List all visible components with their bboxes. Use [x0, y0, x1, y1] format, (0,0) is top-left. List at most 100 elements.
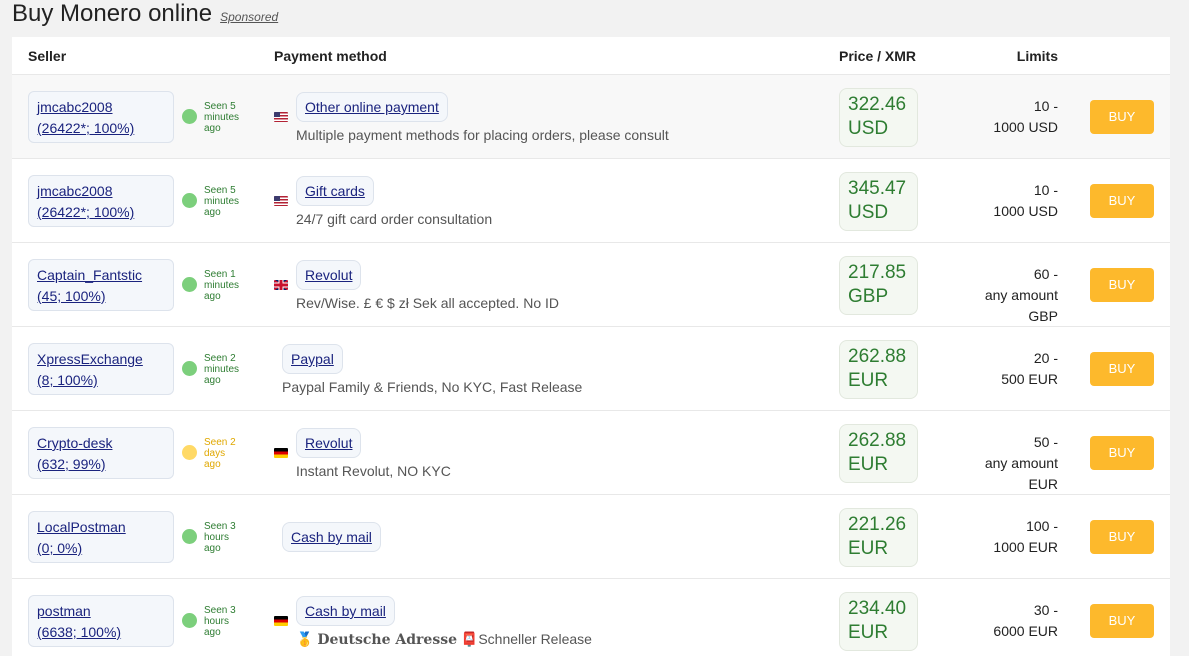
description-highlight: Deutsche Adresse	[317, 632, 457, 648]
payment-method-link[interactable]: Gift cards	[305, 183, 365, 199]
last-seen-text: Seen 5 minutes ago	[204, 101, 240, 134]
header-limits: Limits	[1016, 48, 1058, 64]
seller-stats-link[interactable]: (45; 100%)	[37, 286, 165, 307]
seller-stats-link[interactable]: (26422*; 100%)	[37, 202, 165, 223]
seller-status: Seen 2 days ago	[182, 437, 252, 470]
payment-method-badge: Paypal	[282, 344, 343, 374]
seller-link[interactable]: jmcabc2008	[37, 181, 165, 202]
price-currency: USD	[848, 118, 889, 139]
price-box: 234.40 EUR	[839, 592, 918, 651]
table-row: Captain_Fantstic (45; 100%) Seen 1 minute…	[12, 243, 1170, 327]
price-currency: GBP	[848, 286, 889, 307]
seller-stats-link[interactable]: (632; 99%)	[37, 454, 165, 475]
header-price: Price / XMR	[839, 48, 917, 64]
online-status-icon	[182, 193, 197, 208]
table-header: Seller Payment method Price / XMR Limits	[12, 37, 1170, 75]
seller-link[interactable]: Crypto-desk	[37, 433, 165, 454]
us-flag-icon	[274, 112, 288, 122]
seller-box: jmcabc2008 (26422*; 100%)	[28, 175, 174, 227]
buy-button[interactable]: BUY	[1090, 268, 1154, 302]
payment-method-badge: Revolut	[296, 260, 362, 290]
price-amount: 262.88	[848, 346, 907, 367]
payment-method-link[interactable]: Other online payment	[305, 99, 439, 115]
price-currency: EUR	[848, 622, 889, 643]
table-row: jmcabc2008 (26422*; 100%) Seen 5 minutes a…	[12, 75, 1170, 159]
seller-link[interactable]: LocalPostman	[37, 517, 165, 538]
de-flag-icon	[274, 448, 288, 458]
buy-button[interactable]: BUY	[1090, 520, 1154, 554]
offer-description: Rev/Wise. £ € $ zł Sek all accepted. No …	[296, 295, 559, 311]
price-amount: 322.46	[848, 94, 907, 115]
seller-link[interactable]: XpressExchange	[37, 349, 165, 370]
seller-status: Seen 3 hours ago	[182, 605, 252, 638]
online-status-icon	[182, 529, 197, 544]
seller-stats-link[interactable]: (8; 100%)	[37, 370, 165, 391]
last-seen-text: Seen 2 days ago	[204, 437, 236, 470]
sponsored-link[interactable]: Sponsored	[220, 10, 278, 24]
buy-button[interactable]: BUY	[1090, 184, 1154, 218]
payment-method-badge: Revolut	[296, 428, 362, 458]
last-seen-text: Seen 3 hours ago	[204, 521, 236, 554]
seller-box: Crypto-desk (632; 99%)	[28, 427, 174, 479]
payment-method-badge: Gift cards	[296, 176, 374, 206]
last-seen-text: Seen 3 hours ago	[204, 605, 236, 638]
last-seen-text: Seen 1 minutes ago	[204, 269, 240, 302]
payment-method-link[interactable]: Cash by mail	[305, 603, 386, 619]
payment-method-link[interactable]: Revolut	[305, 267, 352, 283]
seller-status: Seen 3 hours ago	[182, 521, 252, 554]
payment-method-badge: Other online payment	[296, 92, 448, 122]
price-box: 262.88 EUR	[839, 424, 918, 483]
trade-limits: 60 - any amount GBP	[984, 266, 1058, 324]
seller-box: XpressExchange (8; 100%)	[28, 343, 174, 395]
payment-method-link[interactable]: Revolut	[305, 435, 352, 451]
seller-stats-link[interactable]: (6638; 100%)	[37, 622, 165, 643]
price-box: 221.26 EUR	[839, 508, 918, 567]
seller-stats-link[interactable]: (0; 0%)	[37, 538, 165, 559]
price-box: 262.88 EUR	[839, 340, 918, 399]
payment-method-link[interactable]: Cash by mail	[291, 529, 372, 545]
seller-box: jmcabc2008 (26422*; 100%)	[28, 91, 174, 143]
last-seen-text: Seen 2 minutes ago	[204, 353, 240, 386]
offer-description: 🥇 Deutsche Adresse 📮Schneller Release	[296, 631, 592, 648]
table-row: Crypto-desk (632; 99%) Seen 2 days ago Rev…	[12, 411, 1170, 495]
price-box: 322.46 USD	[839, 88, 918, 147]
payment-method-link[interactable]: Paypal	[291, 351, 334, 367]
offer-description: Paypal Family & Friends, No KYC, Fast Re…	[282, 379, 583, 395]
seller-status: Seen 5 minutes ago	[182, 185, 252, 218]
buy-button[interactable]: BUY	[1090, 100, 1154, 134]
seller-link[interactable]: Captain_Fantstic	[37, 265, 165, 286]
us-flag-icon	[274, 196, 288, 206]
seller-stats-link[interactable]: (26422*; 100%)	[37, 118, 165, 139]
price-box: 217.85 GBP	[839, 256, 918, 315]
price-currency: EUR	[848, 538, 889, 559]
offer-description: Instant Revolut, NO KYC	[296, 463, 451, 479]
price-currency: EUR	[848, 370, 889, 391]
seller-status: Seen 1 minutes ago	[182, 269, 252, 302]
price-amount: 262.88	[848, 430, 907, 451]
price-box: 345.47 USD	[839, 172, 918, 231]
gb-flag-icon	[274, 280, 288, 290]
away-status-icon	[182, 445, 197, 460]
table-row: postman (6638; 100%) Seen 3 hours ago Cash…	[12, 579, 1170, 656]
price-amount: 345.47	[848, 178, 907, 199]
seller-status: Seen 5 minutes ago	[182, 101, 252, 134]
table-row: jmcabc2008 (26422*; 100%) Seen 5 minutes a…	[12, 159, 1170, 243]
seller-link[interactable]: jmcabc2008	[37, 97, 165, 118]
last-seen-text: Seen 5 minutes ago	[204, 185, 240, 218]
buy-button[interactable]: BUY	[1090, 352, 1154, 386]
seller-status: Seen 2 minutes ago	[182, 353, 252, 386]
online-status-icon	[182, 109, 197, 124]
de-flag-icon	[274, 616, 288, 626]
seller-link[interactable]: postman	[37, 601, 165, 622]
buy-button[interactable]: BUY	[1090, 436, 1154, 470]
price-amount: 221.26	[848, 514, 907, 535]
seller-box: LocalPostman (0; 0%)	[28, 511, 174, 563]
seller-box: postman (6638; 100%)	[28, 595, 174, 647]
price-amount: 217.85	[848, 262, 907, 283]
header-seller: Seller	[28, 48, 67, 64]
table-row: LocalPostman (0; 0%) Seen 3 hours ago Cash…	[12, 495, 1170, 579]
trade-limits: 100 -1000 EUR	[993, 518, 1058, 555]
offers-table: Seller Payment method Price / XMR Limits…	[12, 37, 1170, 656]
buy-button[interactable]: BUY	[1090, 604, 1154, 638]
payment-method-badge: Cash by mail	[282, 522, 381, 552]
